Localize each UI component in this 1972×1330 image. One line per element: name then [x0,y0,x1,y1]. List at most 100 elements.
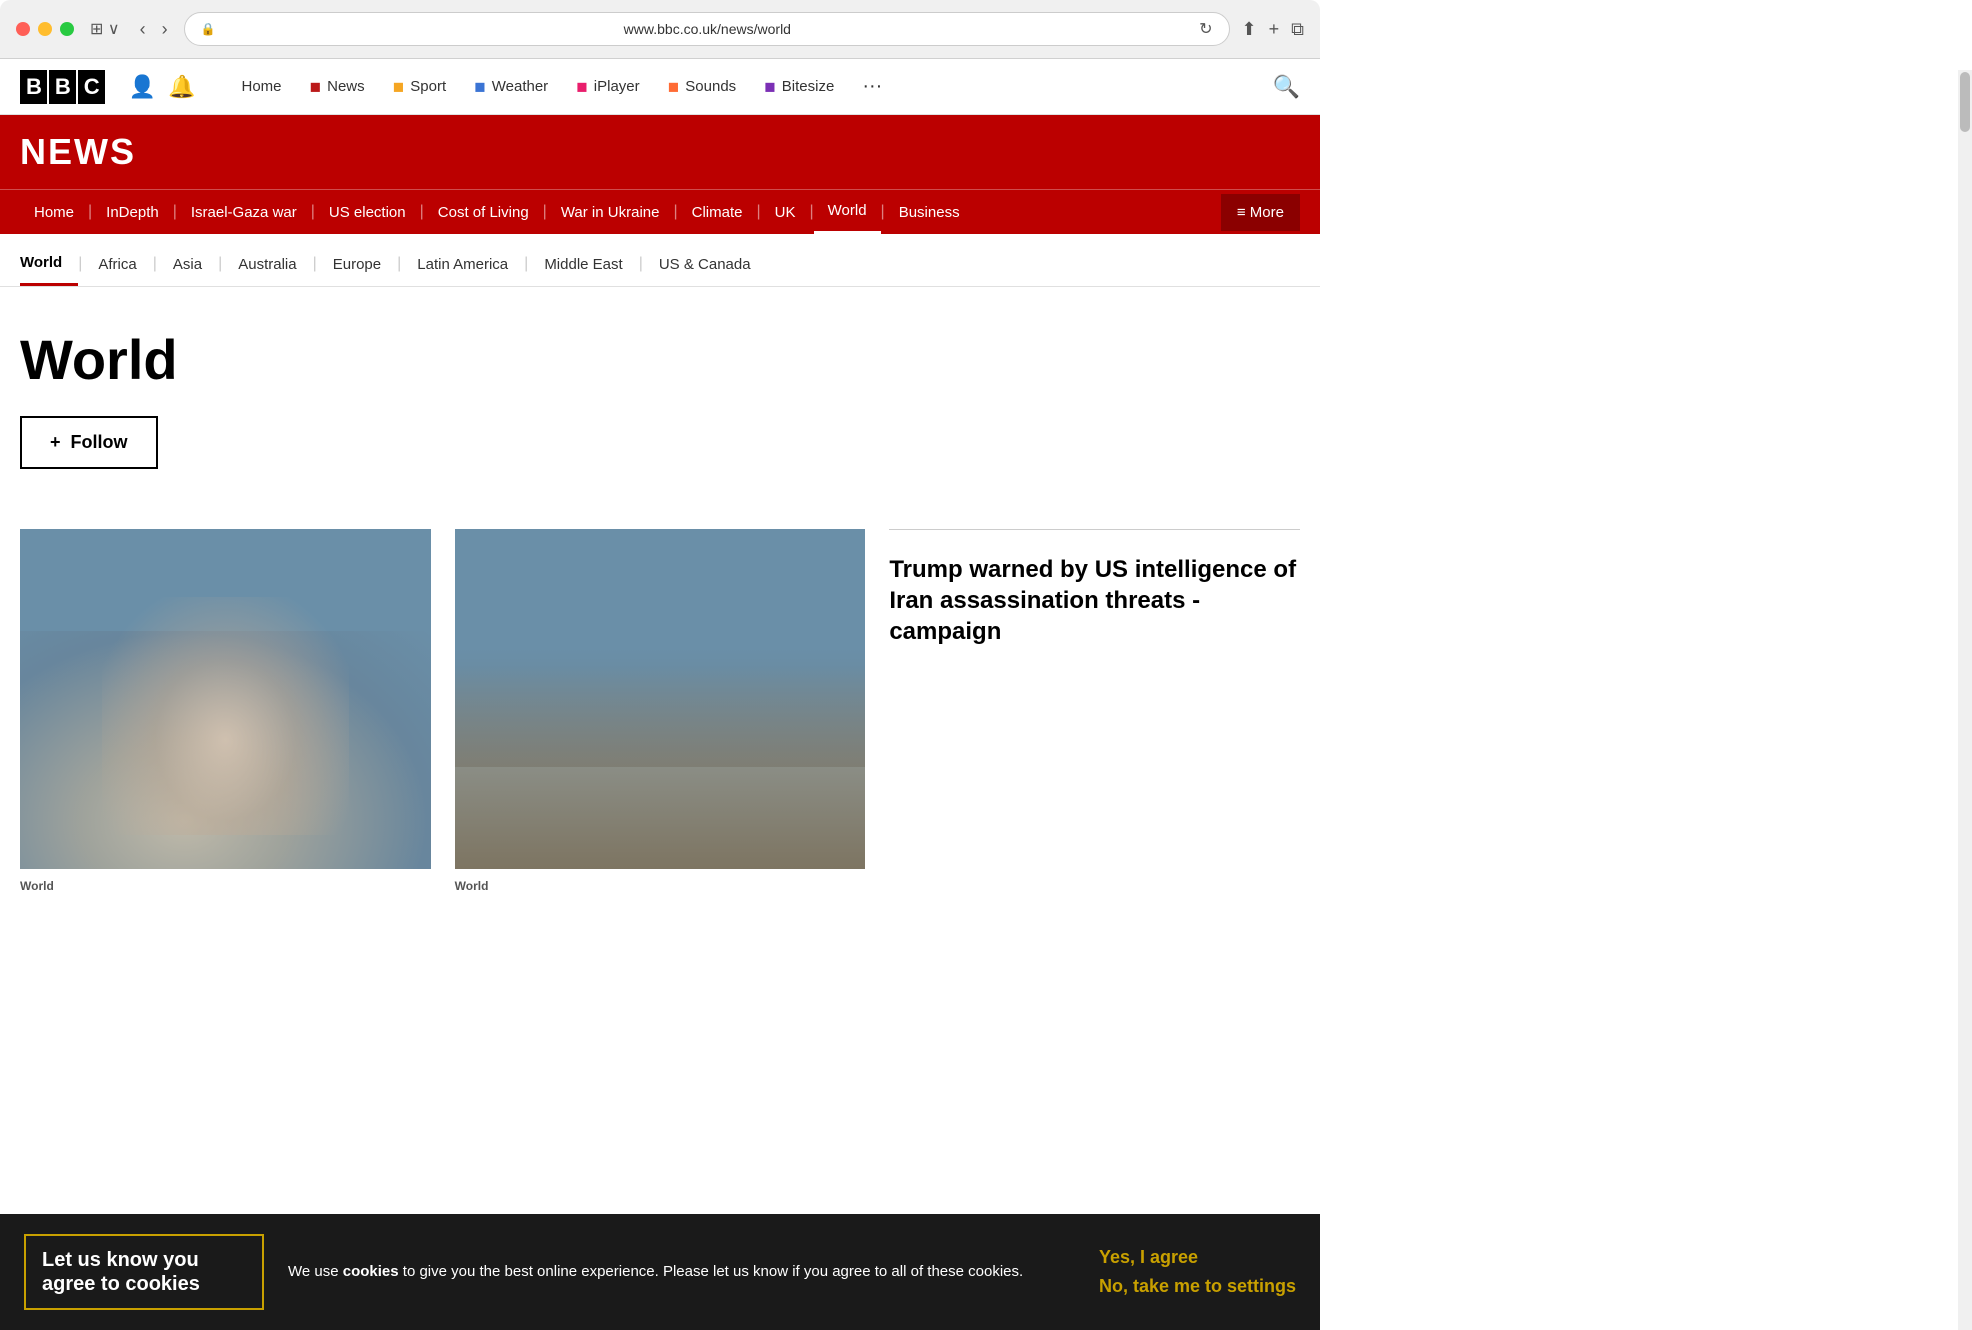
article-title-side: Trump warned by US intelligence of Iran … [889,554,1300,648]
news-label: News [327,78,365,95]
cookie-title-box: Let us know you agree to cookies [24,1234,264,1310]
cookie-no-button[interactable]: No, take me to settings [1099,1276,1296,1297]
more-menu-label: ≡ More [1237,204,1284,221]
sub-nav: World | Africa | Asia | Australia | Euro… [0,234,1320,287]
sub-nav-europe[interactable]: Europe [317,248,397,285]
page-title: World [20,327,1300,392]
sub-nav-asia[interactable]: Asia [157,248,218,285]
article-label-left: World [20,879,54,893]
home-label: Home [241,78,281,95]
bitesize-label: Bitesize [782,78,835,95]
sub-nav-world[interactable]: World [20,246,78,286]
sub-nav-africa[interactable]: Africa [82,248,152,285]
page-content: World + Follow World World Trump warned … [0,287,1320,935]
main-nav-business[interactable]: Business [885,192,974,233]
main-nav-war-ukraine[interactable]: War in Ukraine [547,192,674,233]
url-text: www.bbc.co.uk/news/world [224,21,1192,37]
main-nav-climate[interactable]: Climate [678,192,757,233]
news-header-bar: NEWS [0,115,1320,189]
main-nav-israel-gaza[interactable]: Israel-Gaza war [177,192,311,233]
address-bar[interactable]: 🔒 www.bbc.co.uk/news/world ↻ [184,12,1230,46]
nav-sport[interactable]: ◼ Sport [379,70,460,103]
news-article-side[interactable]: Trump warned by US intelligence of Iran … [889,529,1300,895]
main-nav-home[interactable]: Home [20,192,88,233]
reload-button[interactable]: ↻ [1199,19,1212,39]
main-nav-us-election[interactable]: US election [315,192,420,233]
browser-actions: ⬆ + ⧉ [1242,19,1304,40]
nav-iplayer[interactable]: ◼ iPlayer [562,70,653,103]
bbc-logo-block-2: B [49,70,76,104]
cookie-banner: Let us know you agree to cookies We use … [0,1214,1320,1330]
minimize-button[interactable] [38,22,52,36]
main-nav-indepth[interactable]: InDepth [92,192,173,233]
close-button[interactable] [16,22,30,36]
account-icon[interactable]: 👤 [129,74,156,100]
bbc-logo-block: B [20,70,47,104]
cookie-message-prefix: We use [288,1263,343,1280]
article-label-right: World [455,879,489,893]
sport-icon: ◼ [393,78,405,95]
sub-nav-australia[interactable]: Australia [222,248,312,285]
news-title: NEWS [20,131,1300,173]
news-card-image-smoke [20,529,431,869]
sub-nav-us-canada[interactable]: US & Canada [643,248,767,285]
notifications-icon[interactable]: 🔔 [168,74,195,100]
sounds-icon: ◼ [668,78,680,95]
back-button[interactable]: ‹ [136,15,150,44]
nav-buttons: ‹ › [136,15,172,44]
news-card-main-left[interactable]: World [20,529,431,895]
nav-bitesize[interactable]: ◼ Bitesize [750,70,848,103]
news-card-main-right[interactable]: World [455,529,866,895]
cookie-title: Let us know you agree to cookies [42,1249,200,1295]
weather-label: Weather [492,78,548,95]
news-icon: ◼ [310,78,322,95]
bbc-user-icons: 👤 🔔 [129,74,196,100]
nav-news[interactable]: ◼ News [296,70,379,103]
iplayer-icon: ◼ [576,78,588,95]
nav-weather[interactable]: ◼ Weather [460,70,562,103]
nav-sounds[interactable]: ◼ Sounds [654,70,751,103]
lock-icon: 🔒 [201,22,216,36]
new-tab-icon[interactable]: + [1269,19,1280,40]
follow-plus-icon: + [50,432,61,453]
article-divider [889,529,1300,530]
main-nav: Home | InDepth | Israel-Gaza war | US el… [0,189,1320,234]
bbc-logo[interactable]: B B C [20,70,105,104]
iplayer-label: iPlayer [594,78,640,95]
top-navigation: Home ◼ News ◼ Sport ◼ Weather ◼ iPlayer … [227,67,1248,106]
main-nav-cost-of-living[interactable]: Cost of Living [424,192,543,233]
cookie-actions: Yes, I agree No, take me to settings [1099,1247,1296,1297]
follow-button[interactable]: + Follow [20,416,158,469]
weather-icon: ◼ [474,78,486,95]
bbc-top-bar: B B C 👤 🔔 Home ◼ News ◼ Sport ◼ Weather … [0,59,1320,115]
sub-nav-latin-america[interactable]: Latin America [401,248,524,285]
share-icon[interactable]: ⬆ [1242,19,1257,40]
scrollbar-thumb[interactable] [1960,72,1970,132]
sidebar-toggle-button[interactable]: ⊞ ∨ [86,15,124,43]
cookie-yes-button[interactable]: Yes, I agree [1099,1247,1296,1268]
cookie-message-rest: to give you the best online experience. … [399,1263,1024,1280]
main-nav-uk[interactable]: UK [761,192,810,233]
more-menu-button[interactable]: ≡ More [1221,194,1300,231]
news-grid: World World Trump warned by US intellige… [20,529,1300,895]
nav-more[interactable]: ··· [848,67,896,106]
follow-label: Follow [71,432,128,453]
forward-button[interactable]: › [158,15,172,44]
cookie-bold: cookies [343,1263,399,1280]
nav-home[interactable]: Home [227,70,295,103]
fullscreen-button[interactable] [60,22,74,36]
traffic-lights [16,22,74,36]
main-nav-world[interactable]: World [814,190,881,234]
more-label: ··· [862,75,882,98]
bbc-logo-block-3: C [78,70,105,104]
scrollbar[interactable] [1958,70,1972,1330]
browser-chrome: ⊞ ∨ ‹ › 🔒 www.bbc.co.uk/news/world ↻ ⬆ +… [0,0,1320,59]
bitesize-icon: ◼ [764,78,776,95]
cookie-message: We use cookies to give you the best onli… [288,1261,1075,1284]
tabs-icon[interactable]: ⧉ [1291,19,1304,40]
sport-label: Sport [410,78,446,95]
news-card-image-city [455,529,866,869]
sounds-label: Sounds [685,78,736,95]
sub-nav-middle-east[interactable]: Middle East [528,248,638,285]
search-icon[interactable]: 🔍 [1273,74,1300,100]
